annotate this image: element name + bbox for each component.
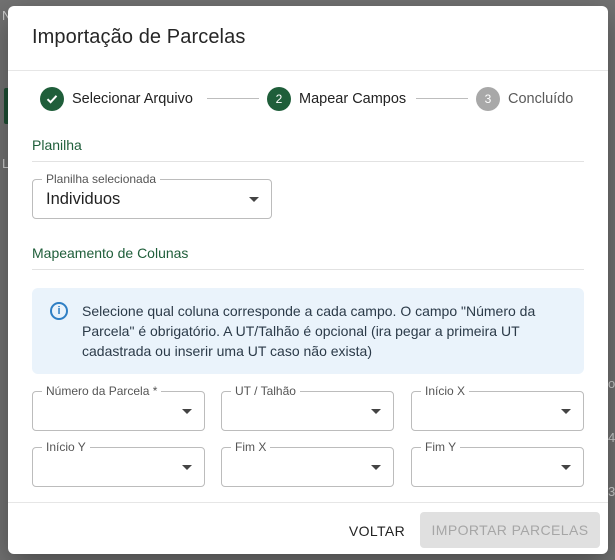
field-label: Número da Parcela * (42, 384, 162, 398)
select-numero-parcela[interactable]: Número da Parcela * (32, 384, 205, 431)
step-number: 3 (476, 87, 500, 111)
field-label: UT / Talhão (231, 384, 300, 398)
caret-down-icon (249, 197, 259, 202)
info-icon: i (50, 302, 68, 320)
info-text: Selecione qual coluna corresponde a cada… (82, 303, 536, 359)
section-divider (32, 269, 584, 270)
select-inicio-y[interactable]: Início Y (32, 440, 205, 487)
back-button[interactable]: VOLTAR (342, 514, 412, 548)
divider (8, 70, 608, 71)
step-label: Mapear Campos (299, 91, 407, 107)
sheet-select[interactable]: Planilha selecionada Individuos (32, 172, 272, 219)
step-select-file: Selecionar Arquivo (40, 86, 193, 112)
caret-down-icon (371, 409, 381, 414)
select-fim-y[interactable]: Fim Y (411, 440, 584, 487)
background-text: o (608, 376, 615, 391)
background-text: 4 (608, 430, 615, 445)
step-done: 3 Concluído (476, 86, 573, 112)
step-connector (207, 98, 259, 99)
step-map-fields: 2 Mapear Campos (267, 86, 406, 112)
select-fim-x[interactable]: Fim X (221, 440, 394, 487)
caret-down-icon (561, 409, 571, 414)
step-number: 2 (267, 87, 291, 111)
step-label: Concluído (508, 91, 574, 107)
section-title-sheet: Planilha (32, 137, 82, 153)
caret-down-icon (182, 465, 192, 470)
background-text: 3 (608, 484, 615, 499)
dialog-title: Importação de Parcelas (32, 26, 246, 48)
field-label: Início Y (42, 440, 90, 454)
section-title-mapping: Mapeamento de Colunas (32, 245, 189, 261)
section-divider (32, 161, 584, 162)
step-label: Selecionar Arquivo (72, 91, 193, 107)
field-label: Planilha selecionada (42, 172, 161, 186)
import-dialog: Importação de Parcelas Selecionar Arquiv… (8, 6, 608, 554)
step-connector (416, 98, 468, 99)
select-inicio-x[interactable]: Início X (411, 384, 584, 431)
stepper: Selecionar Arquivo 2 Mapear Campos 3 Con… (40, 86, 580, 112)
select-ut-talhao[interactable]: UT / Talhão (221, 384, 394, 431)
footer-divider (8, 502, 608, 503)
import-button[interactable]: IMPORTAR PARCELAS (420, 512, 600, 548)
caret-down-icon (371, 465, 381, 470)
field-value: Individuos (46, 190, 121, 208)
info-alert: i Selecione qual coluna corresponde a ca… (32, 288, 584, 374)
field-label: Fim X (231, 440, 271, 454)
check-icon (40, 87, 64, 111)
field-label: Fim Y (421, 440, 461, 454)
caret-down-icon (182, 409, 192, 414)
field-label: Início X (421, 384, 470, 398)
caret-down-icon (561, 465, 571, 470)
